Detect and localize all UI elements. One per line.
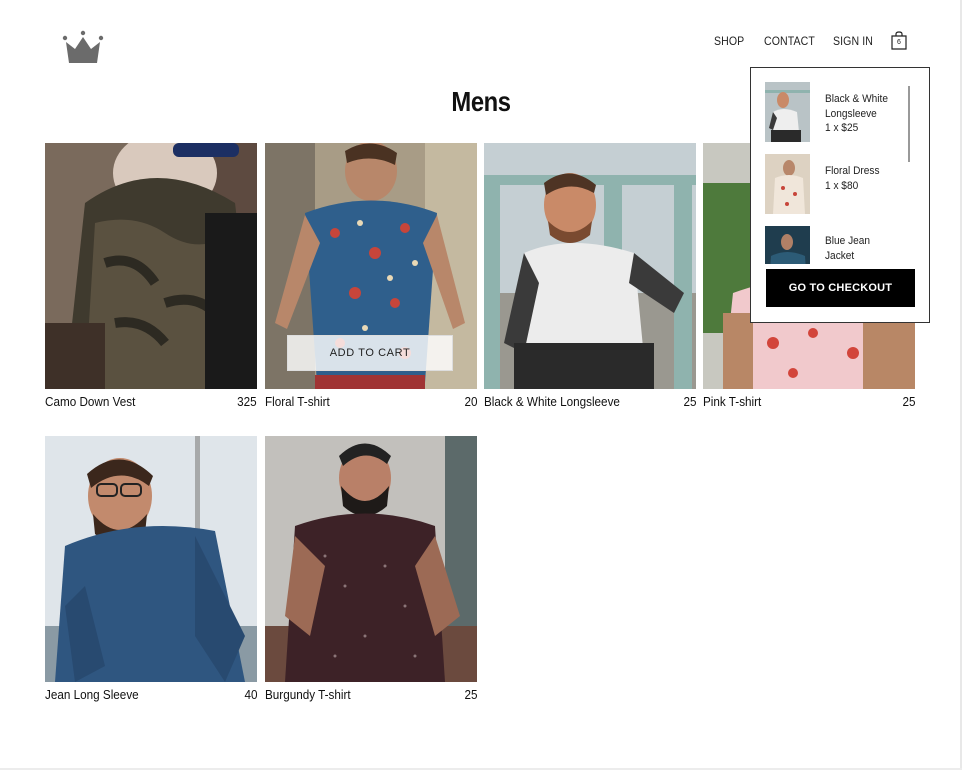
nav-sign-in-link[interactable]: SIGN IN xyxy=(833,34,873,48)
cart-item-thumbnail xyxy=(765,154,810,214)
cart-item: Black & White Longsleeve 1 x $25 xyxy=(765,82,915,142)
nav-shop-link[interactable]: SHOP xyxy=(714,34,744,48)
nav-contact-link[interactable]: CONTACT xyxy=(764,34,815,48)
cart-scrollbar[interactable] xyxy=(908,86,910,162)
product-name[interactable]: Burgundy T-shirt xyxy=(265,687,351,702)
cart-item-name: Blue Jean xyxy=(825,235,871,247)
cart-item-qty-price: 1 x $25 xyxy=(825,122,859,134)
product-card[interactable]: Camo Down Vest 325 xyxy=(45,143,257,409)
cart-item-thumbnail xyxy=(765,226,810,264)
cart-item-name-cont: Longsleeve xyxy=(825,107,877,120)
cart-count-badge: 6 xyxy=(897,39,901,46)
cart-item-thumbnail xyxy=(765,82,810,142)
product-card[interactable]: Burgundy T-shirt 25 xyxy=(265,436,477,702)
product-image[interactable] xyxy=(265,436,477,682)
add-to-cart-button[interactable]: ADD TO CART xyxy=(287,335,453,371)
cart-item-name-cont: Jacket xyxy=(825,249,855,262)
product-price: 20 xyxy=(463,394,477,409)
cart-item-name: Black & White xyxy=(825,93,888,105)
product-price: 325 xyxy=(237,394,257,409)
product-image[interactable] xyxy=(45,143,257,389)
product-image[interactable]: ADD TO CART xyxy=(265,143,477,389)
product-price: 25 xyxy=(682,394,696,409)
product-image[interactable] xyxy=(484,143,696,389)
cart-item: Floral Dress 1 x $80 xyxy=(765,154,915,214)
cart-item: Blue Jean Jacket xyxy=(765,226,915,264)
cart-item-qty-price: 1 x $80 xyxy=(825,179,859,192)
product-price: 25 xyxy=(463,687,477,702)
product-name[interactable]: Pink T-shirt xyxy=(703,394,761,409)
crown-logo-icon[interactable] xyxy=(62,30,104,66)
cart-items-list[interactable]: Black & White Longsleeve 1 x $25 Floral … xyxy=(765,82,915,264)
product-name[interactable]: Jean Long Sleeve xyxy=(45,687,139,702)
product-name[interactable]: Camo Down Vest xyxy=(45,394,135,409)
cart-item-name: Floral Dress xyxy=(825,165,880,177)
cart-dropdown: Black & White Longsleeve 1 x $25 Floral … xyxy=(750,67,930,323)
product-name[interactable]: Floral T-shirt xyxy=(265,394,330,409)
product-name[interactable]: Black & White Longsleeve xyxy=(484,394,620,409)
go-to-checkout-button[interactable]: GO TO CHECKOUT xyxy=(766,269,915,307)
product-image[interactable] xyxy=(45,436,257,682)
product-card[interactable]: Black & White Longsleeve 25 xyxy=(484,143,696,409)
product-card[interactable]: ADD TO CART Floral T-shirt 20 xyxy=(265,143,477,409)
product-price: 25 xyxy=(901,394,915,409)
product-card[interactable]: Jean Long Sleeve 40 xyxy=(45,436,257,702)
shopping-bag-icon[interactable]: 6 xyxy=(890,31,908,51)
product-price: 40 xyxy=(243,687,257,702)
